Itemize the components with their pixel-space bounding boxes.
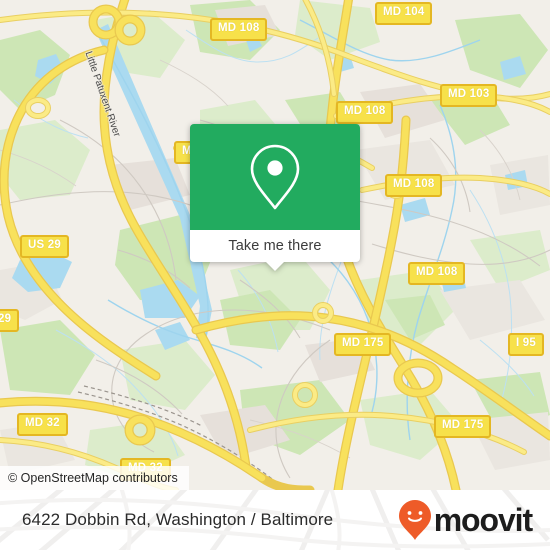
popup-tail [266,262,284,271]
road-shield-md-175-west[interactable]: MD 175 [334,333,392,356]
map-marker-popup[interactable]: Take me there [190,124,360,271]
popup-header [190,124,360,230]
map-attribution[interactable]: © OpenStreetMap contributors [0,466,189,490]
road-shield-md-108-east[interactable]: MD 108 [385,174,443,197]
road-shield-md-103[interactable]: MD 103 [440,84,498,107]
popup-action-label: Take me there [228,238,322,254]
moovit-wordmark: moovit [433,502,533,538]
map-canvas[interactable]: .land { fill:#f2efe9; } .park { fill:#cd… [0,0,550,490]
road-shield-md-32-west[interactable]: MD 32 [17,413,68,436]
moovit-smiley-pin-icon [398,500,431,540]
road-shield-md-108-upper-mid[interactable]: MD 108 [336,101,394,124]
attribution-text: © OpenStreetMap contributors [8,471,178,485]
popup-action[interactable]: Take me there [190,230,360,271]
footer-bar: 6422 Dobbin Rd, Washington / Baltimore m… [0,490,550,550]
road-shield-md-108-north[interactable]: MD 108 [210,18,268,41]
road-shield-md-104[interactable]: MD 104 [375,2,433,25]
map-pin-icon [250,144,300,210]
address-label: 6422 Dobbin Rd, Washington / Baltimore [22,510,334,529]
map-screen: .land { fill:#f2efe9; } .park { fill:#cd… [0,0,550,550]
road-shield-us-29[interactable]: US 29 [20,235,69,258]
road-shield-md-108-southeast[interactable]: MD 108 [408,262,466,285]
road-shield-md-175-east[interactable]: MD 175 [434,415,492,438]
road-shield-i-95[interactable]: I 95 [508,333,544,356]
moovit-logo[interactable]: moovit [398,499,533,541]
road-shield-29-edge[interactable]: 29 [0,309,20,332]
